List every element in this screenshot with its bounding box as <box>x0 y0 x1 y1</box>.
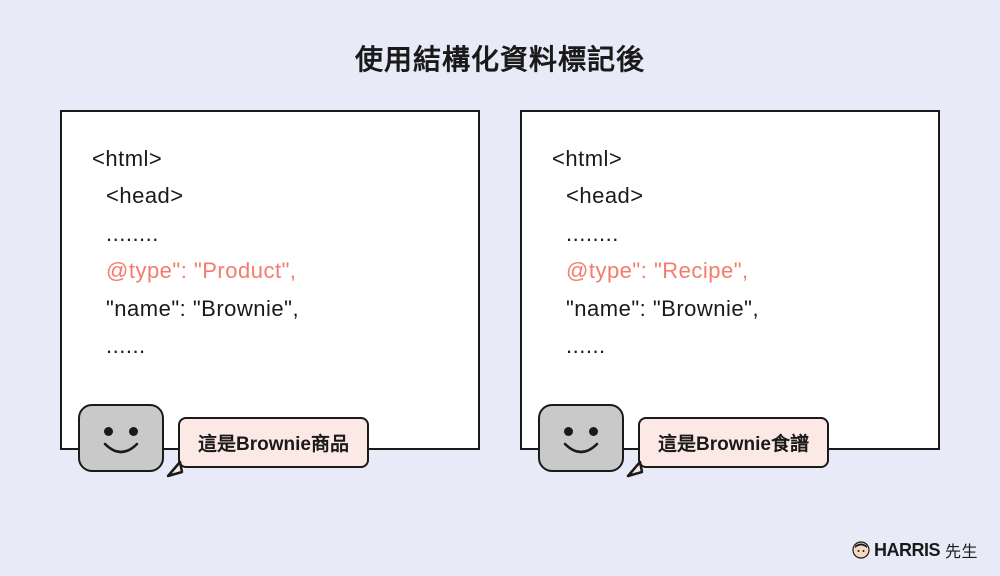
code-line: <head> <box>552 177 908 214</box>
speech-tail-icon <box>166 460 186 480</box>
avatar-icon <box>852 541 870 559</box>
smile-icon <box>561 442 601 458</box>
code-line: ...... <box>552 327 908 364</box>
brand-logo: HARRIS先生 <box>852 538 978 562</box>
bot-speech-row: 這是Brownie商品 <box>78 404 369 472</box>
bot-face-icon <box>78 404 164 472</box>
speech-text: 這是Brownie食譜 <box>658 434 809 455</box>
speech-bubble: 這是Brownie食譜 <box>638 417 829 468</box>
code-line: ........ <box>552 215 908 252</box>
speech-tail-icon <box>626 460 646 480</box>
code-line: "name": "Brownie", <box>552 290 908 327</box>
speech-text: 這是Brownie商品 <box>198 434 349 455</box>
bot-speech-row: 這是Brownie食譜 <box>538 404 829 472</box>
code-box-recipe: <html> <head> ........ @type": "Recipe",… <box>520 110 940 450</box>
code-line: <head> <box>92 177 448 214</box>
code-line: <html> <box>552 140 908 177</box>
code-panel: <html> <head> ........ @type": "Product"… <box>60 110 480 450</box>
code-line: <html> <box>92 140 448 177</box>
code-panel: <html> <head> ........ @type": "Recipe",… <box>520 110 940 450</box>
code-line: ........ <box>92 215 448 252</box>
smile-icon <box>101 442 141 458</box>
brand-name: HARRIS <box>874 540 940 561</box>
code-line: ...... <box>92 327 448 364</box>
code-boxes-container: <html> <head> ........ @type": "Product"… <box>0 110 1000 450</box>
diagram-title: 使用結構化資料標記後 <box>0 0 1000 78</box>
code-line-highlight: @type": "Recipe", <box>552 252 908 289</box>
brand-suffix: 先生 <box>945 538 978 562</box>
code-line: "name": "Brownie", <box>92 290 448 327</box>
code-line-highlight: @type": "Product", <box>92 252 448 289</box>
bot-face-icon <box>538 404 624 472</box>
code-box-product: <html> <head> ........ @type": "Product"… <box>60 110 480 450</box>
speech-bubble: 這是Brownie商品 <box>178 417 369 468</box>
